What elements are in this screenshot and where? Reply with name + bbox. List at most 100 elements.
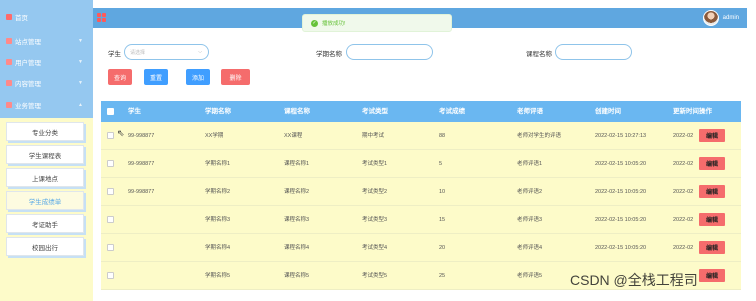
submenu-item-grades[interactable]: 学生成绩单 (6, 191, 84, 210)
cell-exam-type: 考试类型4 (362, 245, 388, 251)
search-bar: 学生 请选择 ⌵ 学期名称 课程名称 (100, 44, 740, 62)
row-checkbox[interactable] (107, 132, 114, 139)
row-checkbox[interactable] (107, 160, 114, 167)
delete-button[interactable]: 删除 (221, 69, 250, 85)
cell-updated: 2022-02 (673, 245, 694, 251)
table-row[interactable]: 学期名称3 课程名称3 考试类型3 15 老师评语3 2022-02-15 10:05:2… (101, 206, 741, 234)
table-row[interactable]: 99-998877 学期名称2 课程名称2 考试类型2 10 老师评语2 2022-02-1… (101, 178, 741, 206)
cell-score: 25 (439, 273, 446, 279)
table-header: 学生 学期名称 课程名称 考试类型 考试成绩 老师评语 创建时间 更新时间 操作 (101, 101, 741, 122)
submenu-item-campus-travel[interactable]: 校园出行 (6, 237, 84, 256)
menu-item-user[interactable]: 用户管理 ▼ (0, 51, 93, 73)
cell-updated: 2022-02 (673, 189, 694, 195)
site-icon (6, 38, 12, 44)
cell-course: 课程名称4 (284, 245, 310, 251)
edit-button[interactable]: 编辑 (699, 129, 725, 142)
term-input[interactable] (346, 44, 433, 60)
cell-comment: 老师评语5 (517, 273, 543, 279)
submenu-label: 学生成绩单 (28, 198, 62, 206)
user-menu[interactable]: admin (702, 10, 739, 26)
cell-exam-type: 考试类型2 (362, 189, 388, 195)
menu-item-label: 首页 (15, 15, 28, 22)
chevron-down-icon: ⌵ (198, 49, 202, 55)
cell-created: 2022-02-15 10:05:20 (595, 217, 647, 223)
col-updated[interactable]: 更新时间 (673, 101, 699, 122)
menu-item-site[interactable]: 站点管理 ▼ (0, 30, 93, 52)
cell-term: 学期名称5 (205, 273, 231, 279)
query-button[interactable]: 查询 (108, 69, 132, 85)
add-button[interactable]: 添加 (186, 69, 210, 85)
chevron-down-icon: ▼ (78, 59, 83, 65)
row-checkbox[interactable] (107, 244, 114, 251)
menu-item-label: 业务管理 (15, 103, 41, 110)
select-all-checkbox[interactable] (107, 108, 114, 115)
table-row[interactable]: 99-998877 XX学期 XX课程 期中考试 88 老师对学生的评语 2022-02-1… (101, 122, 741, 150)
menu-item-content[interactable]: 内容管理 ▼ (0, 72, 93, 94)
submenu-item-major[interactable]: 专业分类 (6, 122, 84, 141)
submenu-label: 上课地点 (32, 175, 58, 183)
sidebar: 首页 站点管理 ▼ 用户管理 ▼ 内容管理 ▼ 业务管理 ▲ 专业分类 学生课程… (0, 0, 93, 301)
cell-student: 99-998877 (128, 133, 155, 139)
logo-icon[interactable] (97, 13, 106, 22)
menu-item-home[interactable]: 首页 (0, 6, 93, 28)
chevron-down-icon: ▼ (78, 38, 83, 44)
col-exam-type[interactable]: 考试类型 (362, 101, 388, 122)
user-name: admin (722, 15, 739, 21)
edit-button[interactable]: 编辑 (699, 241, 725, 254)
cell-exam-type: 考试类型3 (362, 217, 388, 223)
avatar[interactable] (702, 10, 719, 26)
cell-course: 课程名称5 (284, 273, 310, 279)
col-term[interactable]: 学期名称 (205, 101, 231, 122)
cell-term: 学期名称4 (205, 245, 231, 251)
cell-term: 学期名称1 (205, 161, 231, 167)
cell-exam-type: 期中考试 (362, 133, 385, 139)
chevron-up-icon: ▲ (78, 102, 83, 108)
course-input[interactable] (555, 44, 632, 60)
watermark: CSDN @全栈工程司 (570, 272, 698, 288)
cell-comment: 老师评语2 (517, 189, 543, 195)
cell-student: 99-998877 (128, 161, 155, 167)
toast-message: 播放成功! (322, 21, 346, 27)
cell-term: XX学期 (205, 133, 224, 139)
menu-item-label: 内容管理 (15, 81, 41, 88)
row-checkbox[interactable] (107, 216, 114, 223)
reset-button[interactable]: 重置 (144, 69, 168, 85)
menu-item-business[interactable]: 业务管理 ▲ (0, 94, 93, 116)
edit-button[interactable]: 编辑 (699, 185, 725, 198)
table-row[interactable]: 学期名称4 课程名称4 考试类型4 20 老师评语4 2022-02-15 10:05:2… (101, 234, 741, 262)
table-row[interactable]: 99-998877 学期名称1 课程名称1 考试类型1 5 老师评语1 2022-02-15… (101, 150, 741, 178)
cell-comment: 老师对学生的评语 (517, 133, 562, 139)
cell-created: 2022-02-15 10:05:20 (595, 189, 647, 195)
col-course[interactable]: 课程名称 (284, 101, 310, 122)
cell-score: 15 (439, 217, 446, 223)
col-student[interactable]: 学生 (128, 101, 141, 122)
submenu-item-cert-helper[interactable]: 考证助手 (6, 214, 84, 233)
cell-created: 2022-02-15 10:05:20 (595, 245, 647, 251)
cell-comment: 老师评语3 (517, 217, 543, 223)
submenu-label: 校园出行 (32, 244, 58, 252)
submenu-item-schedule[interactable]: 学生课程表 (6, 145, 84, 164)
home-icon (6, 14, 12, 20)
student-placeholder: 请选择 (130, 49, 146, 56)
menu-item-label: 用户管理 (15, 60, 41, 67)
course-label: 课程名称 (526, 51, 552, 58)
col-score[interactable]: 考试成绩 (439, 101, 465, 122)
check-circle-icon: ✓ (311, 19, 318, 27)
submenu-label: 考证助手 (32, 221, 58, 229)
student-select[interactable]: 请选择 ⌵ (124, 44, 209, 60)
student-label: 学生 (108, 51, 121, 58)
edit-button[interactable]: 编辑 (699, 157, 725, 170)
col-comment[interactable]: 老师评语 (517, 101, 543, 122)
cell-course: 课程名称1 (284, 161, 310, 167)
row-checkbox[interactable] (107, 272, 114, 279)
cell-course: 课程名称2 (284, 189, 310, 195)
cell-term: 学期名称2 (205, 189, 231, 195)
edit-button[interactable]: 编辑 (699, 213, 725, 226)
chevron-down-icon: ▼ (78, 80, 83, 86)
edit-button[interactable]: 编辑 (699, 269, 725, 282)
row-checkbox[interactable] (107, 188, 114, 195)
col-created[interactable]: 创建时间 (595, 101, 621, 122)
col-action: 操作 (699, 108, 712, 115)
submenu-item-location[interactable]: 上课地点 (6, 168, 84, 187)
cell-student: 99-998877 (128, 189, 155, 195)
